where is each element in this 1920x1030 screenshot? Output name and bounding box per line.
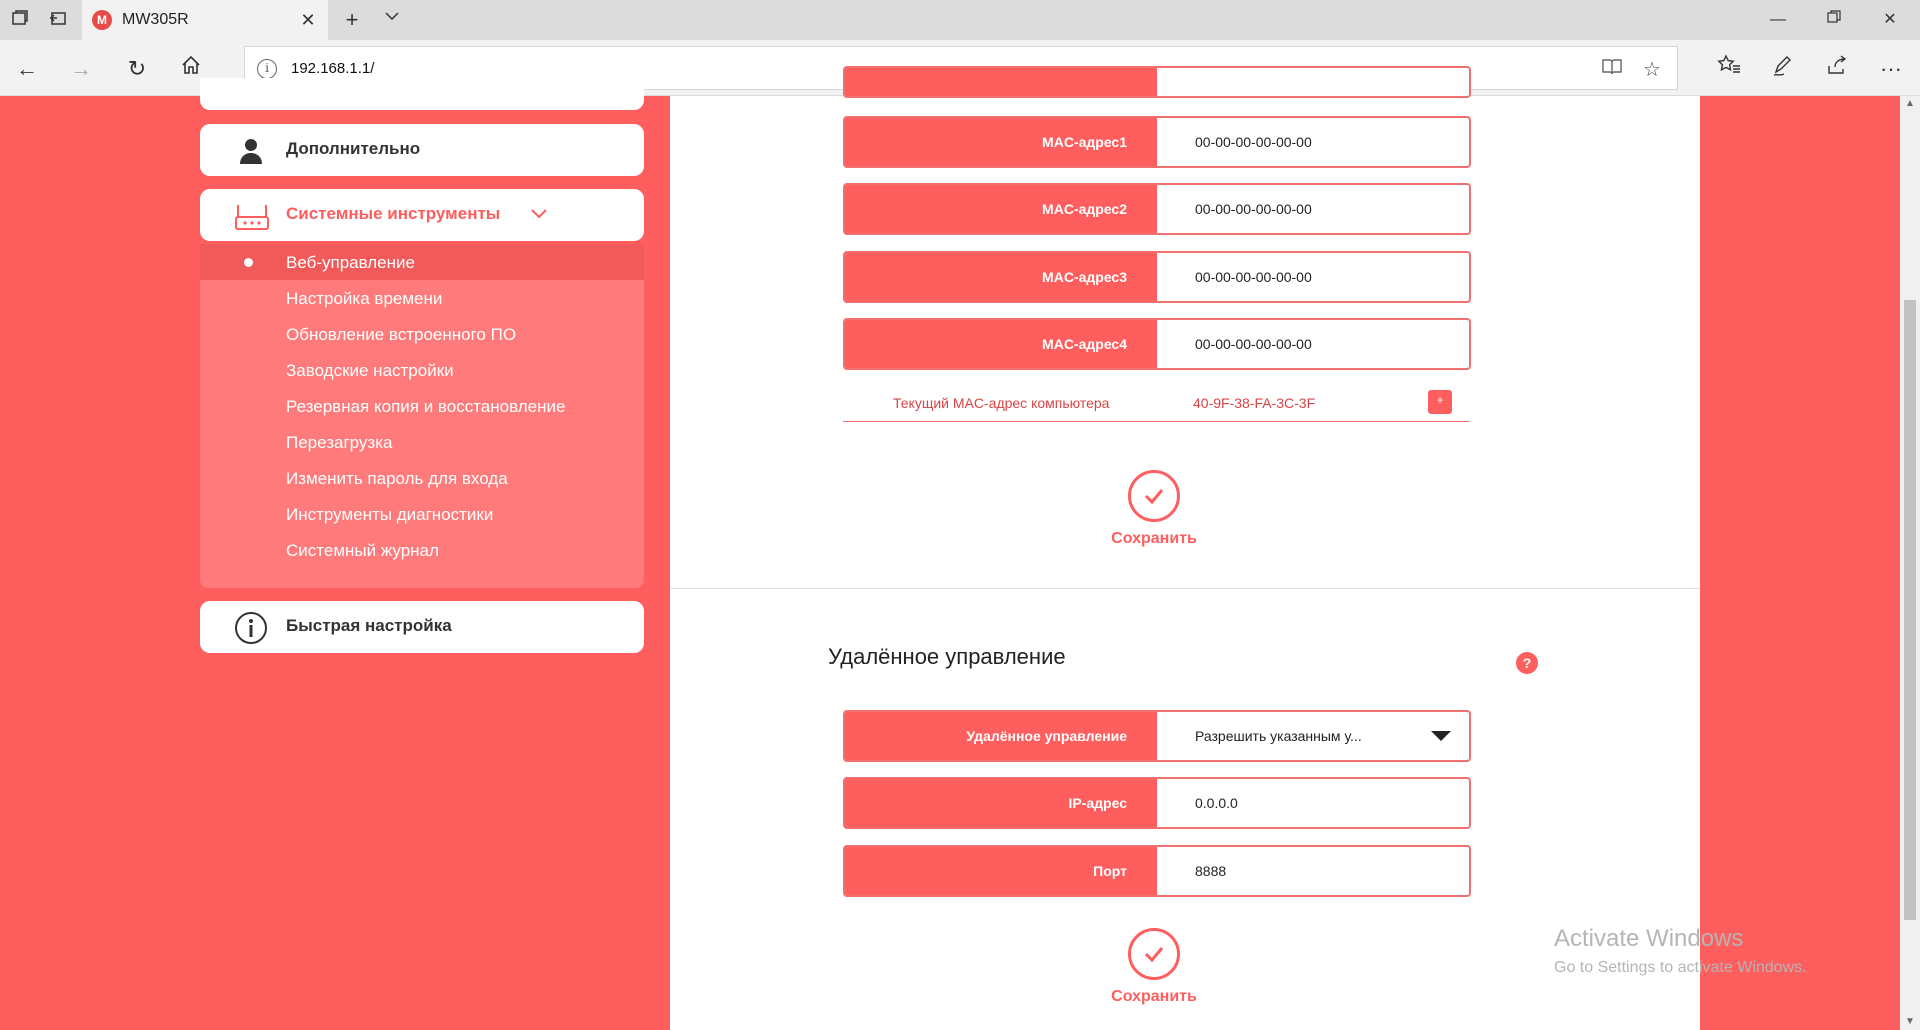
window-close-icon[interactable]: ✕: [1870, 6, 1910, 34]
sidebar-item-label: Быстрая настройка: [286, 616, 452, 635]
remote-management-title: Удалённое управление: [828, 644, 1066, 669]
submenu-item-reboot[interactable]: Перезагрузка: [200, 424, 644, 460]
sidebar-item-quick-setup[interactable]: Быстрая настройка: [200, 601, 644, 653]
system-tools-submenu: Веб-управление Настройка времени Обновле…: [200, 244, 644, 588]
browser-tab[interactable]: M MW305R ✕: [82, 0, 328, 40]
submenu-item-label: Настройка времени: [286, 289, 443, 308]
sidebar-item-label: Системные инструменты: [286, 204, 501, 223]
new-tab-icon[interactable]: +: [340, 8, 364, 32]
mac-address-4-field: MAC-адрес4: [843, 318, 1471, 370]
back-arrow-icon[interactable]: ←: [12, 54, 42, 84]
dropdown-caret-icon[interactable]: [1431, 731, 1451, 741]
watermark-line2: Go to Settings to activate Windows.: [1554, 959, 1807, 976]
submenu-item-label: Обновление встроенного ПО: [286, 325, 517, 344]
submenu-item-label: Резервная копия и восстановление: [286, 397, 566, 416]
submenu-item-diagnostics[interactable]: Инструменты диагностики: [200, 496, 644, 532]
mac-field-partial: [843, 66, 1471, 98]
mac-address-1-field: MAC-адрес1: [843, 116, 1471, 168]
help-icon[interactable]: ?: [1516, 652, 1538, 674]
page-scrollbar[interactable]: ▲ ▼: [1900, 96, 1920, 1030]
scroll-up-icon[interactable]: ▲: [1900, 96, 1920, 112]
port-field: Порт: [843, 845, 1471, 897]
add-mac-button[interactable]: +: [1428, 390, 1452, 414]
info-icon: [234, 612, 268, 644]
submenu-item-label: Системный журнал: [286, 541, 439, 560]
sidebar-item-system-tools[interactable]: Системные инструменты: [200, 189, 644, 241]
mac-address-2-input[interactable]: [1157, 185, 1469, 233]
site-info-icon[interactable]: i: [257, 59, 277, 79]
submenu-item-change-password[interactable]: Изменить пароль для входа: [200, 460, 644, 496]
favorite-star-icon[interactable]: ☆: [1639, 57, 1665, 83]
save-mac-button[interactable]: Сохранить: [1094, 470, 1214, 548]
sidebar-item-advanced[interactable]: Дополнительно: [200, 124, 644, 176]
tab-close-icon[interactable]: ✕: [296, 8, 320, 32]
field-label: MAC-адрес3: [845, 253, 1157, 301]
submenu-item-label: Веб-управление: [286, 253, 415, 272]
address-url[interactable]: 192.168.1.1/: [291, 60, 374, 77]
restore-icon[interactable]: [1814, 6, 1854, 34]
current-mac-row: Текущий MAC-адрес компьютера 40-9F-38-FA…: [843, 386, 1469, 422]
scrollbar-thumb[interactable]: [1904, 300, 1916, 920]
current-mac-label: Текущий MAC-адрес компьютера: [893, 395, 1110, 411]
pen-notes-icon[interactable]: [1768, 54, 1798, 84]
submenu-item-web-management[interactable]: Веб-управление: [200, 244, 644, 280]
selected-dot-icon: [244, 258, 253, 267]
refresh-icon[interactable]: ↻: [122, 54, 152, 84]
mac-address-1-input[interactable]: [1157, 118, 1469, 166]
submenu-item-label: Заводские настройки: [286, 361, 454, 380]
tabs-aside-icon[interactable]: [46, 8, 70, 32]
field-label: MAC-адрес2: [845, 185, 1157, 233]
save-label: Сохранить: [1111, 988, 1197, 1005]
user-icon: [234, 137, 268, 165]
share-icon[interactable]: [1822, 54, 1852, 84]
submenu-item-label: Перезагрузка: [286, 433, 393, 452]
tab-manager-icon[interactable]: [8, 8, 32, 32]
port-input[interactable]: [1157, 847, 1469, 895]
save-label: Сохранить: [1111, 530, 1197, 547]
router-favicon-icon: M: [92, 10, 112, 30]
watermark-line1: Activate Windows: [1554, 925, 1744, 952]
submenu-item-system-log[interactable]: Системный журнал: [200, 532, 644, 568]
main-content-panel: MAC-адрес1 MAC-адрес2 MAC-адрес3 MAC-адр…: [670, 66, 1700, 1030]
submenu-item-backup-restore[interactable]: Резервная копия и восстановление: [200, 388, 644, 424]
section-divider: [670, 588, 1700, 589]
tab-title: MW305R: [122, 11, 189, 28]
submenu-item-time-settings[interactable]: Настройка времени: [200, 280, 644, 316]
field-label: Порт: [845, 847, 1157, 895]
mac-address-4-input[interactable]: [1157, 320, 1469, 368]
ip-address-input[interactable]: [1157, 779, 1469, 827]
tab-list-chevron-icon[interactable]: [380, 8, 404, 32]
chevron-down-icon[interactable]: [528, 203, 550, 225]
submenu-item-label: Инструменты диагностики: [286, 505, 494, 524]
field-label: IP-адрес: [845, 779, 1157, 827]
submenu-item-label: Изменить пароль для входа: [286, 469, 508, 488]
field-label: MAC-адрес4: [845, 320, 1157, 368]
minimize-icon[interactable]: —: [1758, 6, 1798, 34]
activate-windows-watermark: Activate Windows Go to Settings to activ…: [1554, 925, 1807, 977]
remote-management-mode-select[interactable]: Разрешить указанным у...: [1157, 712, 1469, 760]
remote-management-mode-field: Удалённое управление Разрешить указанным…: [843, 710, 1471, 762]
check-circle-icon: [1128, 470, 1180, 522]
check-circle-icon: [1128, 928, 1180, 980]
sidebar-item-partial[interactable]: [200, 78, 644, 110]
mac-address-3-field: MAC-адрес3: [843, 251, 1471, 303]
field-label: MAC-адрес1: [845, 118, 1157, 166]
current-mac-value: 40-9F-38-FA-3C-3F: [1193, 395, 1316, 411]
favorites-list-icon[interactable]: [1714, 54, 1744, 84]
ip-address-field: IP-адрес: [843, 777, 1471, 829]
more-menu-icon[interactable]: ···: [1876, 54, 1906, 84]
sidebar-item-label: Дополнительно: [286, 139, 421, 158]
field-label-partial: [845, 68, 1157, 96]
save-remote-button[interactable]: Сохранить: [1094, 928, 1214, 1006]
mac-address-3-input[interactable]: [1157, 253, 1469, 301]
scroll-down-icon[interactable]: ▼: [1900, 1014, 1920, 1030]
mac-address-2-field: MAC-адрес2: [843, 183, 1471, 235]
submenu-item-factory-defaults[interactable]: Заводские настройки: [200, 352, 644, 388]
browser-tab-bar: M MW305R ✕ + — ✕: [0, 0, 1920, 40]
forward-arrow-icon[interactable]: →: [66, 54, 96, 84]
submenu-item-firmware-upgrade[interactable]: Обновление встроенного ПО: [200, 316, 644, 352]
reading-view-icon[interactable]: [1599, 57, 1625, 83]
field-label: Удалённое управление: [845, 712, 1157, 760]
router-icon: [234, 202, 269, 230]
